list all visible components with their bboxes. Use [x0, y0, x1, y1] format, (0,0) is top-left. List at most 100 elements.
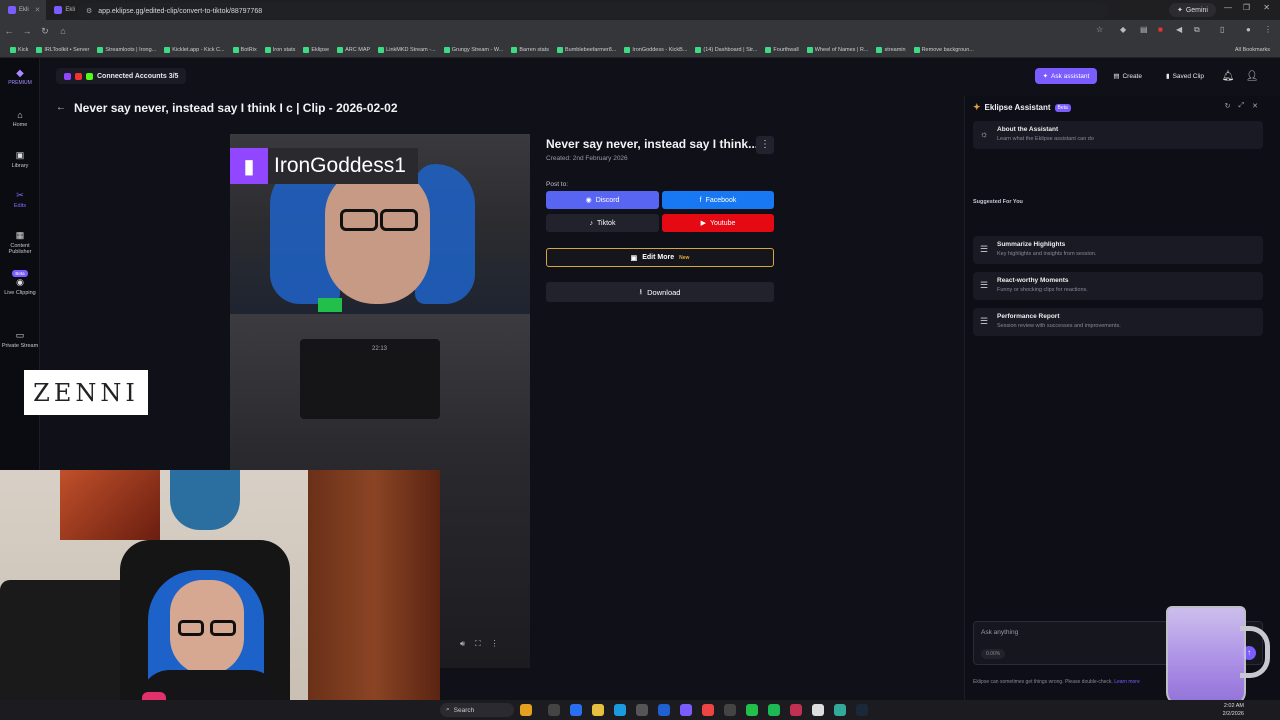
extension-icon[interactable]: ◆: [1120, 25, 1126, 34]
bookmark-item[interactable]: Wheel of Names | R...: [803, 46, 873, 53]
bookmark-item[interactable]: BotRix: [229, 46, 261, 53]
bookmark-favicon: [557, 46, 563, 53]
bookmark-item[interactable]: (14) Dashboard | Str...: [691, 46, 761, 53]
webcam-overlay: ◎: [0, 470, 440, 720]
taskbar-app-icon[interactable]: [680, 704, 692, 716]
back-arrow-icon[interactable]: ←: [56, 102, 66, 113]
taskbar-app-icon[interactable]: [834, 704, 846, 716]
bookmark-item[interactable]: Streamloots | Irong...: [93, 46, 160, 53]
bookmark-item[interactable]: Kicklet.app - Kick C...: [160, 46, 228, 53]
bookmark-label: IronGoddess - KickB...: [632, 46, 688, 53]
taskbar-app-icon[interactable]: [702, 704, 714, 716]
reload-icon[interactable]: ↻: [36, 26, 54, 37]
streamer-banner: ▮ IronGoddess1: [230, 148, 418, 184]
bookmark-item[interactable]: Fourthwall: [761, 46, 802, 53]
edit-more-button[interactable]: ▣ Edit More New: [546, 248, 774, 267]
star-icon[interactable]: ☆: [1096, 25, 1103, 34]
bookmark-item[interactable]: streamin: [872, 46, 909, 53]
windows-taskbar: ⌕ Search 2:02 AM 2/2/2026: [0, 700, 1280, 720]
all-bookmarks-button[interactable]: All Bookmarks: [1231, 47, 1274, 53]
premium-badge[interactable]: ◆ PREMIUM: [0, 68, 40, 86]
sidebar-item-content-publisher[interactable]: ▦ Content Publisher: [0, 230, 40, 255]
facebook-button[interactable]: f Facebook: [662, 191, 774, 209]
sidebar-item-live-clipping[interactable]: Beta ◉ Live Clipping: [0, 270, 40, 296]
bookmark-label: Barren stats: [519, 46, 549, 53]
taskbar-app-icon[interactable]: [636, 704, 648, 716]
expand-icon[interactable]: ⤢: [1239, 102, 1245, 110]
site-info-icon[interactable]: ⚙: [86, 7, 92, 15]
bookmark-item[interactable]: Remove backgroun...: [910, 46, 978, 53]
close-window-icon[interactable]: ✕: [1263, 3, 1270, 12]
suggestion-card[interactable]: ☰ Performance Report Session review with…: [973, 308, 1263, 336]
bookmark-item[interactable]: Grungy Stream - W...: [440, 46, 508, 53]
learn-more-link[interactable]: Learn more: [1114, 679, 1140, 685]
user-icon[interactable]: 👤︎: [1244, 71, 1260, 82]
bell-icon[interactable]: 🔔︎: [1220, 71, 1236, 82]
ask-assistant-button[interactable]: ✦ Ask assistant: [1034, 68, 1098, 84]
home-icon[interactable]: ⌂: [54, 26, 72, 36]
fullscreen-icon[interactable]: ⛶: [475, 639, 481, 649]
taskbar-app-icon[interactable]: [790, 704, 802, 716]
bookmark-item[interactable]: Eklipse: [299, 46, 333, 53]
download-button[interactable]: ⭳ Download: [546, 282, 774, 302]
suggestion-card[interactable]: ☰ React-worthy Moments Funny or shocking…: [973, 272, 1263, 300]
about-assistant-card[interactable]: ☼ About the Assistant Learn what the Ekl…: [973, 121, 1263, 149]
saved-clip-button[interactable]: ▮ Saved Clip: [1158, 68, 1212, 84]
bookmark-item[interactable]: IRLToolkit • Server: [32, 46, 93, 53]
sidebar-item-edits[interactable]: ✂ Edits: [0, 190, 40, 209]
bookmark-item[interactable]: Kick: [6, 46, 32, 53]
taskbar-app-icon[interactable]: [520, 704, 532, 716]
taskbar-app-icon[interactable]: [768, 704, 780, 716]
taskbar-app-icon[interactable]: [746, 704, 758, 716]
taskbar-app-icon[interactable]: [856, 704, 868, 716]
bookmark-item[interactable]: Bumblebeefarmer8...: [553, 46, 620, 53]
gemini-button[interactable]: ✦ Gemini: [1168, 3, 1216, 17]
taskbar-app-icon[interactable]: [724, 704, 736, 716]
media-icon[interactable]: ◀: [1176, 25, 1182, 34]
taskbar-search[interactable]: ⌕ Search: [440, 703, 514, 717]
taskbar-app-icon[interactable]: [658, 704, 670, 716]
taskbar-app-icon[interactable]: [614, 704, 626, 716]
sidebar-item-library[interactable]: ▣ Library: [0, 150, 40, 169]
profile-icon[interactable]: ●: [1246, 25, 1251, 34]
extension-icon[interactable]: ▤: [1140, 25, 1148, 34]
taskbar-app-icon[interactable]: [570, 704, 582, 716]
taskbar-app-icon[interactable]: [548, 704, 560, 716]
webcam-figure: [170, 470, 240, 530]
bookmark-item[interactable]: Iron stats: [261, 46, 300, 53]
address-bar[interactable]: ⚙ app.eklipse.gg/edited-clip/convert-to-…: [78, 3, 1108, 19]
minimize-icon[interactable]: —: [1224, 3, 1232, 12]
bookmark-item[interactable]: Barren stats: [507, 46, 553, 53]
sidebar-item-private-stream[interactable]: ▭ Private Stream: [0, 330, 40, 349]
close-icon[interactable]: ✕: [1252, 102, 1258, 110]
suggestion-card[interactable]: ☰ Summarize Highlights Key highlights an…: [973, 236, 1263, 264]
taskbar-app-icon[interactable]: [592, 704, 604, 716]
browser-tab[interactable]: Ekli ✕: [0, 0, 47, 20]
tiktok-button[interactable]: ♪ Tiktok: [546, 214, 659, 232]
bookmark-item[interactable]: IronGoddess - KickB...: [620, 46, 691, 53]
discord-button[interactable]: ◉ Discord: [546, 191, 659, 209]
clip-options-button[interactable]: ⋮: [756, 136, 774, 154]
restore-icon[interactable]: ❐: [1243, 3, 1250, 12]
youtube-button[interactable]: ▶ Youtube: [662, 214, 774, 232]
taskbar-app-icon[interactable]: [812, 704, 824, 716]
connected-accounts-button[interactable]: Connected Accounts 3/5: [56, 68, 187, 84]
side-panel-icon[interactable]: ▯: [1220, 25, 1224, 34]
bookmark-item[interactable]: ARC MAP: [333, 46, 374, 53]
page-title: Never say never, instead say I think I c…: [74, 101, 398, 115]
menu-icon[interactable]: ⋮: [1264, 25, 1272, 34]
extension-icon[interactable]: ■: [1158, 25, 1163, 34]
puzzle-icon[interactable]: ⧉: [1194, 25, 1200, 35]
more-icon[interactable]: ⋮: [491, 639, 499, 649]
back-icon[interactable]: ←: [0, 26, 18, 36]
sidebar-item-home[interactable]: ⌂ Home: [0, 110, 40, 128]
edit-more-label: Edit More: [642, 254, 675, 261]
taskbar-clock[interactable]: 2:02 AM 2/2/2026: [1223, 702, 1244, 718]
create-button[interactable]: ▤ Create: [1105, 68, 1150, 84]
bookmark-label: Remove backgroun...: [921, 46, 974, 53]
bookmark-item[interactable]: LinkMKD Stream -...: [374, 46, 440, 53]
volume-icon[interactable]: 🔊︎: [460, 639, 465, 649]
close-tab-icon[interactable]: ✕: [35, 6, 41, 14]
refresh-icon[interactable]: ↻: [1225, 102, 1231, 110]
forward-icon[interactable]: →: [18, 26, 36, 36]
